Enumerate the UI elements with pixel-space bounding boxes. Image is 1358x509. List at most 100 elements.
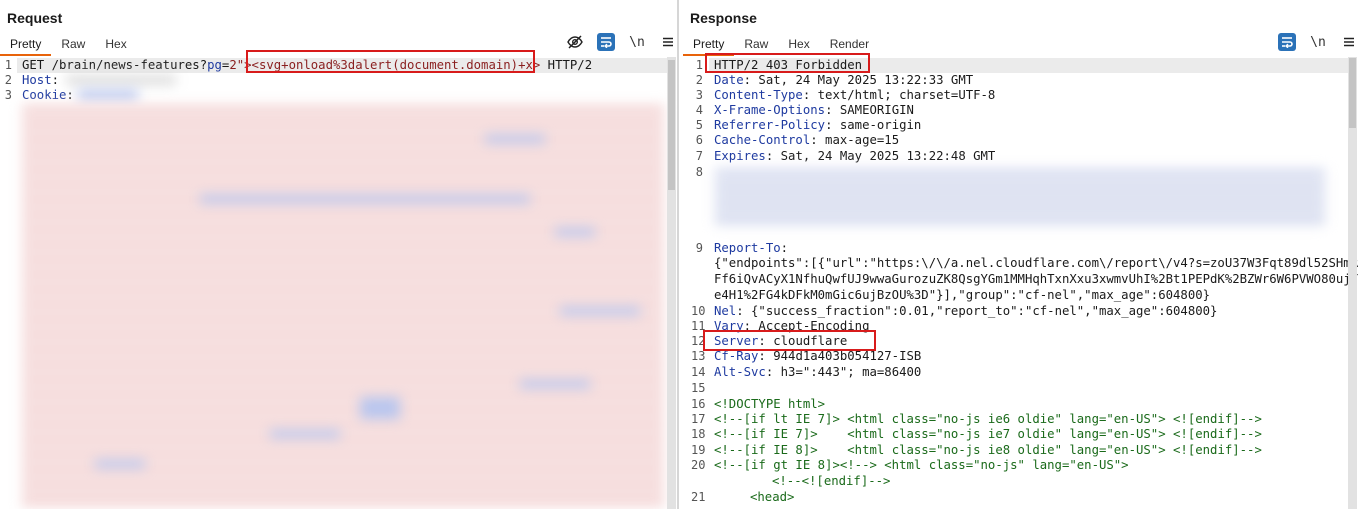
redacted-fragment xyxy=(485,135,545,143)
response-header-cf-ray: Cf-Ray: 944d1a403b054127-ISB xyxy=(714,349,922,363)
header-name: Cf-Ray xyxy=(714,349,759,363)
response-header-x-frame-options: X-Frame-Options: SAMEORIGIN xyxy=(714,103,914,117)
response-header-alt-svc: Alt-Svc: h3=":443"; ma=86400 xyxy=(714,365,922,379)
header-value: 944d1a403b054127-ISB xyxy=(765,349,922,363)
line-number: 12 xyxy=(691,334,706,348)
line-number: 19 xyxy=(691,443,706,457)
request-line: GET /brain/news-features?pg=2"><svg+onlo… xyxy=(22,58,592,73)
header-value: same-origin xyxy=(832,118,922,132)
request-tab-hex[interactable]: Hex xyxy=(95,36,136,56)
eye-off-icon[interactable] xyxy=(566,33,584,51)
line-number: 4 xyxy=(695,103,703,117)
status-line: HTTP/2 403 Forbidden xyxy=(714,58,863,72)
header-name: Vary xyxy=(714,319,744,333)
request-tabs: Pretty Raw Hex xyxy=(0,36,137,56)
header-value: max-age=15 xyxy=(817,133,900,147)
line-number: 2 xyxy=(695,73,703,87)
response-tab-render[interactable]: Render xyxy=(820,36,879,56)
redacted-host xyxy=(66,75,176,85)
word-wrap-icon[interactable] xyxy=(1278,33,1296,51)
html-tag: <html class="no-js ie6 oldie" lang="en-U… xyxy=(839,412,1166,426)
header-value: cloudflare xyxy=(765,334,848,348)
redacted-cookie xyxy=(78,90,138,100)
header-value: Sat, 24 May 2025 13:22:33 GMT xyxy=(751,73,974,87)
line-number: 11 xyxy=(691,319,706,333)
line-number: 15 xyxy=(691,381,706,395)
response-tab-raw[interactable]: Raw xyxy=(734,36,778,56)
request-tab-pretty[interactable]: Pretty xyxy=(0,36,52,56)
response-tabs: Pretty Raw Hex Render xyxy=(683,36,879,56)
response-pane: Response Pretty Raw Hex Render \n 1 2 3 … xyxy=(679,0,1358,509)
line-number: 10 xyxy=(691,304,706,318)
response-tab-pretty[interactable]: Pretty xyxy=(683,36,735,56)
line-number: 13 xyxy=(691,349,706,363)
redacted-fragment xyxy=(360,397,400,419)
line-number: 9 xyxy=(695,241,703,255)
query-param-name: pg xyxy=(207,58,222,72)
host-header: Host: xyxy=(22,73,60,87)
response-tools: \n xyxy=(1265,33,1358,51)
line-number: 6 xyxy=(695,133,703,147)
html-comment: <![endif]--> xyxy=(1165,427,1262,441)
newline-toggle[interactable]: \n xyxy=(1309,33,1327,51)
header-name: Content-Type xyxy=(714,88,803,102)
request-tab-raw[interactable]: Raw xyxy=(51,36,95,56)
menu-icon[interactable] xyxy=(1340,33,1358,51)
redacted-fragment xyxy=(200,195,530,203)
xss-payload: <svg+onload%3dalert(document.domain)+x> xyxy=(251,58,541,72)
header-name: Cache-Control xyxy=(714,133,811,147)
line-number: 17 xyxy=(691,412,706,426)
html-comment: <!--<![endif]--> xyxy=(772,474,891,488)
response-scrollbar-thumb[interactable] xyxy=(1349,58,1356,128)
line-number: 2 xyxy=(4,73,12,87)
newline-toggle[interactable]: \n xyxy=(628,33,646,51)
line-number: 3 xyxy=(4,88,12,102)
menu-icon[interactable] xyxy=(659,33,677,51)
report-to-value-line: e4H1%2FG4kDFkM0mGic6ujBzOU%3D"}],"group"… xyxy=(714,288,1211,302)
redacted-response-header xyxy=(715,169,1325,227)
header-name: Report-To xyxy=(714,241,781,255)
line-number: 16 xyxy=(691,397,706,411)
line-number: 21 xyxy=(691,490,706,504)
response-header-date: Date: Sat, 24 May 2025 13:22:33 GMT xyxy=(714,73,974,87)
report-to-value-line: {"endpoints":[{"url":"https:\/\/a.nel.cl… xyxy=(714,256,1358,270)
header-value: Sat, 24 May 2025 13:22:48 GMT xyxy=(773,149,996,163)
request-scrollbar-thumb[interactable] xyxy=(668,60,675,190)
redacted-fragment xyxy=(520,380,590,388)
header-value: Accept-Encoding xyxy=(751,319,870,333)
html-tag: <!DOCTYPE html> xyxy=(714,397,826,411)
line-number: 1 xyxy=(4,58,12,72)
html-head: <head> xyxy=(750,490,794,505)
html-comment: <!--[if IE 8]> xyxy=(714,443,818,457)
html-tag: <html class="no-js ie7 oldie" lang="en-U… xyxy=(817,427,1166,441)
html-comment: <!--[if IE 7]> xyxy=(714,427,818,441)
header-value: h3=":443"; ma=86400 xyxy=(773,365,922,379)
header-name: Cookie xyxy=(22,88,67,102)
html-doctype: <!DOCTYPE html> xyxy=(714,397,825,412)
response-header-report-to: Report-To: xyxy=(714,241,789,255)
html-line-19: <!--[if IE 8]> <html class="no-js ie8 ol… xyxy=(714,443,1262,458)
header-name: Date xyxy=(714,73,744,87)
redacted-fragment xyxy=(555,228,595,236)
header-value: text/html; charset=UTF-8 xyxy=(810,88,996,102)
header-name: Alt-Svc xyxy=(714,365,766,379)
cookie-header: Cookie: xyxy=(22,88,74,102)
response-header-vary: Vary: Accept-Encoding xyxy=(714,319,870,333)
response-header-nel: Nel: {"success_fraction":0.01,"report_to… xyxy=(714,304,1218,318)
request-path: /brain/news-features? xyxy=(51,58,208,72)
header-name: Nel xyxy=(714,304,737,318)
line-number: 7 xyxy=(695,149,703,163)
header-name: Host xyxy=(22,73,52,87)
html-comment: <!--[if lt IE 7]> xyxy=(714,412,840,426)
response-header-referrer-policy: Referrer-Policy: same-origin xyxy=(714,118,922,132)
header-name: Referrer-Policy xyxy=(714,118,826,132)
line-number: 18 xyxy=(691,427,706,441)
response-header-content-type: Content-Type: text/html; charset=UTF-8 xyxy=(714,88,996,102)
header-name: X-Frame-Options xyxy=(714,103,826,117)
response-tab-hex[interactable]: Hex xyxy=(778,36,819,56)
header-value: SAMEORIGIN xyxy=(832,103,914,117)
request-title: Request xyxy=(7,10,63,26)
word-wrap-icon[interactable] xyxy=(597,33,615,51)
html-line-20-cont: <!--<![endif]--> xyxy=(772,474,890,489)
header-name: Server xyxy=(714,334,759,348)
